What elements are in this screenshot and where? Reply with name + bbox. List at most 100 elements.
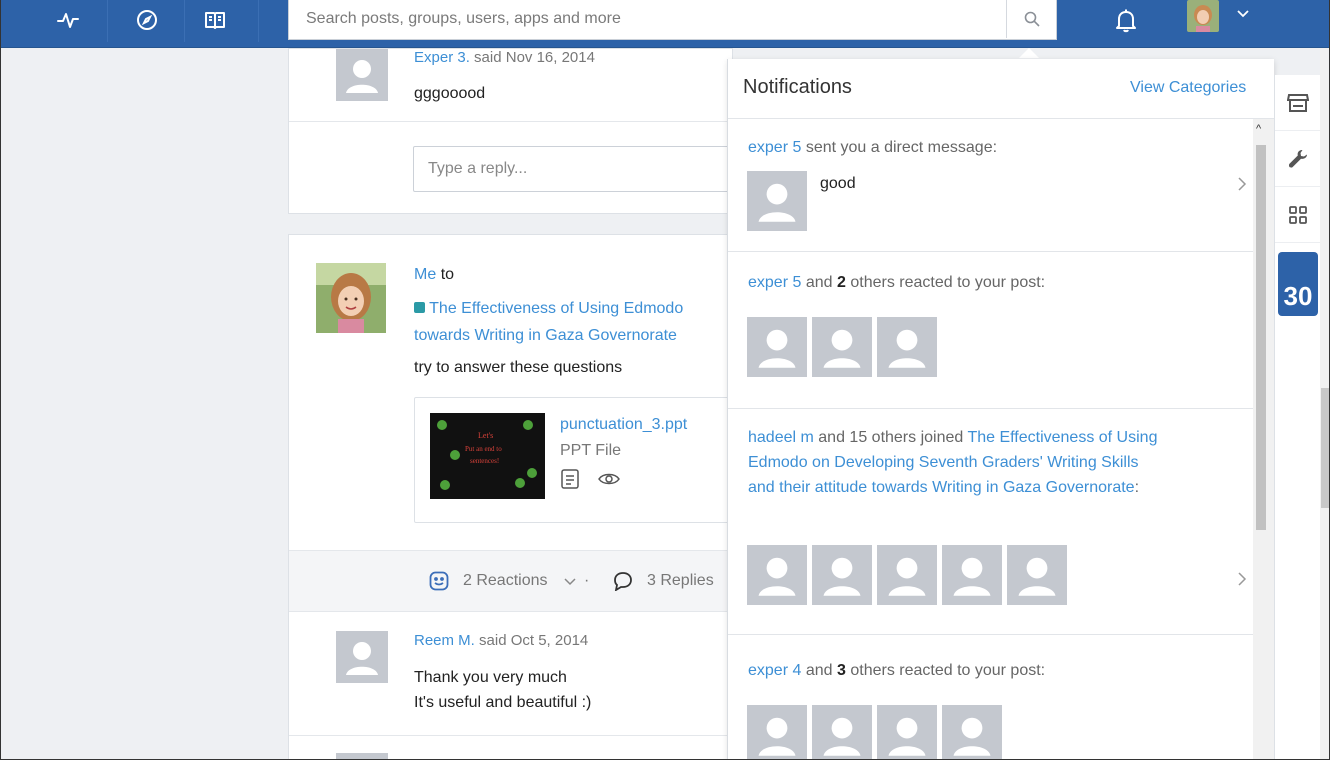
- calendar-day: 30: [1283, 281, 1313, 311]
- group-name-line2[interactable]: towards Writing in Gaza Governorate: [414, 327, 677, 344]
- calendar-button[interactable]: 30: [1278, 252, 1318, 316]
- user-avatar[interactable]: [1007, 545, 1067, 605]
- scroll-up-arrow-icon[interactable]: ^: [1256, 123, 1261, 135]
- notification-action: others reacted to your post:: [850, 662, 1046, 679]
- notification-actor-link[interactable]: hadeel m: [748, 429, 814, 446]
- dropdown-pointer: [1019, 48, 1039, 58]
- reply-date: said Nov 16, 2014: [474, 49, 595, 66]
- attachment-filename[interactable]: punctuation_3.ppt: [560, 416, 687, 434]
- reply-text: Thank you very much It's useful and beau…: [414, 665, 591, 715]
- user-avatar[interactable]: [747, 705, 807, 759]
- chevron-down-icon[interactable]: [1237, 10, 1249, 18]
- search-input[interactable]: [289, 0, 1009, 38]
- notifications-scrollbar[interactable]: ^: [1253, 119, 1274, 759]
- compass-icon[interactable]: [127, 4, 167, 36]
- notification-item[interactable]: exper 5 and 2 others reacted to your pos…: [728, 252, 1253, 409]
- reaction-smiley-icon[interactable]: [429, 571, 449, 591]
- user-avatar[interactable]: [336, 753, 388, 759]
- notification-actor-link[interactable]: exper 4: [748, 662, 801, 679]
- notification-item[interactable]: hadeel m and 15 others joined The Effect…: [728, 409, 1253, 635]
- user-avatar[interactable]: [812, 705, 872, 759]
- attachment-card[interactable]: Let's Put an end to sentences! punctuation…: [414, 397, 744, 523]
- search-icon: [1024, 11, 1040, 27]
- search-bar: [288, 0, 1057, 40]
- post-author-link[interactable]: Me: [414, 266, 436, 283]
- document-icon[interactable]: [561, 469, 579, 489]
- user-avatar[interactable]: [336, 631, 388, 683]
- nav-separator: [107, 0, 108, 42]
- notification-text: hadeel m and 15 others joined The Effect…: [748, 425, 1168, 500]
- reply-input-box[interactable]: Type a reply...: [413, 146, 743, 192]
- attachment-type: PPT File: [560, 442, 622, 459]
- post-header: Me to: [414, 266, 454, 284]
- user-avatar[interactable]: [877, 545, 937, 605]
- notification-item[interactable]: exper 5 sent you a direct message: good: [728, 119, 1253, 252]
- app-window: Exper 3. said Nov 16, 2014 gggooood Type…: [0, 0, 1330, 760]
- apps-grid-icon[interactable]: [1275, 187, 1321, 243]
- notification-count: 3: [836, 662, 846, 679]
- profile-avatar[interactable]: [1187, 0, 1219, 32]
- svg-text:Let's: Let's: [478, 431, 493, 440]
- page-scrollbar-thumb[interactable]: [1321, 388, 1329, 508]
- notifications-dropdown: Notifications View Categories exper 5 se…: [728, 59, 1274, 759]
- attachment-thumbnail[interactable]: Let's Put an end to sentences!: [430, 413, 545, 499]
- search-button[interactable]: [1006, 0, 1056, 38]
- user-avatar[interactable]: [942, 705, 1002, 759]
- group-color-badge: [414, 302, 425, 313]
- user-avatar[interactable]: [747, 545, 807, 605]
- activity-icon[interactable]: [48, 4, 88, 36]
- reply-author-link[interactable]: Exper 3.: [414, 49, 470, 66]
- reply-author-link[interactable]: Reem M.: [414, 632, 475, 649]
- book-icon[interactable]: [195, 4, 235, 36]
- reply-meta: Reem M. said Oct 5, 2014: [414, 632, 588, 649]
- user-avatar[interactable]: [812, 317, 872, 377]
- user-avatar[interactable]: [877, 317, 937, 377]
- svg-text:Put an end to: Put an end to: [465, 445, 502, 453]
- store-icon[interactable]: [1275, 75, 1321, 131]
- scrollbar-thumb[interactable]: [1256, 145, 1266, 530]
- notification-action: others reacted to your post:: [850, 274, 1046, 291]
- group-name-line1[interactable]: The Effectiveness of Using Edmodo: [429, 300, 683, 317]
- post-group-link[interactable]: The Effectiveness of Using Edmodo toward…: [414, 295, 734, 349]
- notification-action: and 15 others joined: [818, 429, 964, 446]
- reply-bubble-icon[interactable]: [613, 571, 633, 591]
- notification-count: 2: [836, 274, 846, 291]
- divider: [289, 735, 734, 736]
- reply-text: gggooood: [414, 85, 486, 102]
- user-avatar[interactable]: [877, 705, 937, 759]
- wrench-icon[interactable]: [1275, 131, 1321, 187]
- reply-meta: Exper 3. said Nov 16, 2014: [414, 49, 595, 66]
- user-avatar[interactable]: [942, 545, 1002, 605]
- nav-separator: [184, 0, 185, 42]
- post-actions-bar: 2 Reactions · 3 Replies: [289, 550, 734, 612]
- post-card-previous: Exper 3. said Nov 16, 2014 gggooood Type…: [288, 48, 743, 214]
- author-avatar[interactable]: [316, 263, 386, 333]
- reactions-count-button[interactable]: 2 Reactions: [463, 572, 548, 590]
- chevron-right-icon[interactable]: [1237, 177, 1247, 191]
- svg-text:sentences!: sentences!: [470, 457, 499, 465]
- post-to-label: to: [440, 266, 455, 283]
- avatar-row: [747, 317, 937, 377]
- page-scrollbar[interactable]: [1320, 48, 1329, 759]
- chevron-down-icon[interactable]: [564, 578, 576, 586]
- chevron-right-icon[interactable]: [1237, 572, 1247, 586]
- user-avatar[interactable]: [336, 49, 388, 101]
- replies-count-button[interactable]: 3 Replies: [647, 572, 714, 590]
- notifications-bell-button[interactable]: [1109, 4, 1143, 38]
- user-avatar[interactable]: [747, 171, 807, 231]
- notifications-title: Notifications: [743, 76, 852, 98]
- notification-text: exper 4 and 3 others reacted to your pos…: [748, 658, 1208, 684]
- right-rail: [1274, 75, 1321, 759]
- view-categories-link[interactable]: View Categories: [1130, 79, 1246, 97]
- notification-item[interactable]: exper 4 and 3 others reacted to your pos…: [728, 635, 1253, 759]
- bell-icon: [1116, 9, 1136, 33]
- user-avatar[interactable]: [812, 545, 872, 605]
- notification-actor-link[interactable]: exper 5: [748, 139, 801, 156]
- user-avatar[interactable]: [747, 317, 807, 377]
- notification-text: exper 5 sent you a direct message:: [748, 135, 1208, 161]
- notification-colon: :: [1134, 479, 1140, 496]
- notification-actor-link[interactable]: exper 5: [748, 274, 801, 291]
- preview-eye-icon[interactable]: [598, 472, 620, 486]
- notification-and: and: [805, 274, 833, 291]
- post-body: try to answer these questions: [414, 359, 623, 376]
